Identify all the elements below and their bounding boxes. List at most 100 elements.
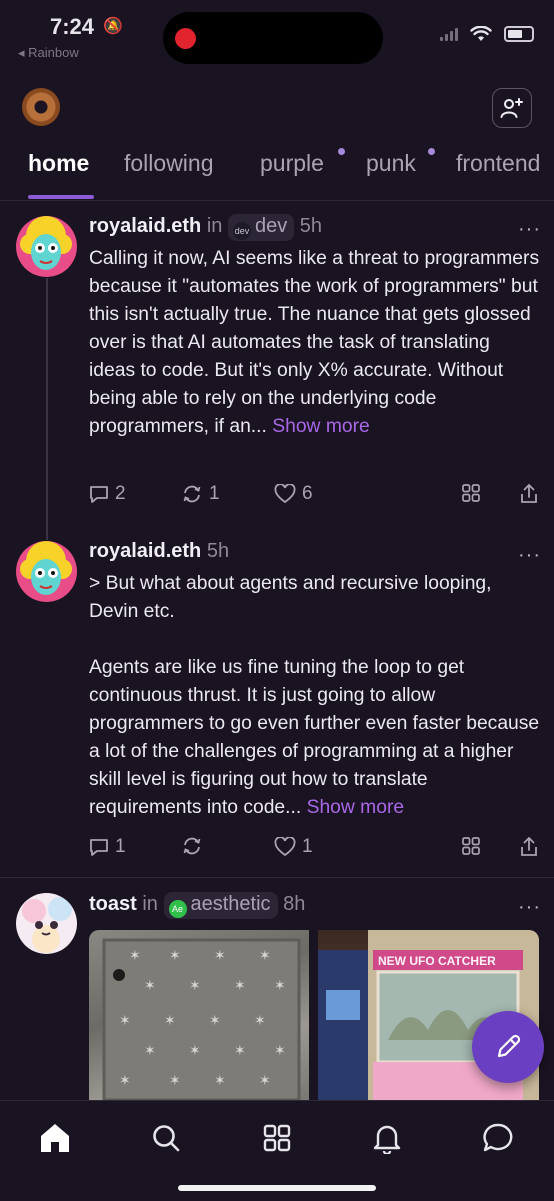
- nav-search[interactable]: [149, 1121, 183, 1155]
- like-button[interactable]: 6: [274, 483, 313, 505]
- post-divider: [0, 877, 554, 878]
- bell-icon: [373, 1125, 401, 1154]
- dynamic-island: [163, 12, 383, 64]
- channel-pill[interactable]: dev dev: [227, 214, 295, 241]
- add-user-button[interactable]: [492, 88, 532, 128]
- embedded-image[interactable]: ✶ ✶ ✶ ✶ ✶ ✶ ✶ ✶ ✶ ✶ ✶ ✶ ✶ ✶ ✶ ✶ ✶ ✶ ✶ ✶: [89, 930, 309, 1100]
- feed-tabs: home following purple punk frontend: [0, 148, 554, 201]
- author-name[interactable]: toast: [89, 893, 137, 915]
- metal-plate-image: ✶ ✶ ✶ ✶ ✶ ✶ ✶ ✶ ✶ ✶ ✶ ✶ ✶ ✶ ✶ ✶ ✶ ✶ ✶ ✶: [102, 938, 301, 1100]
- comment-icon: [90, 839, 108, 856]
- reply-count: 2: [115, 483, 126, 504]
- reply-button[interactable]: 2: [89, 483, 126, 505]
- channel-name: aesthetic: [190, 893, 271, 915]
- svg-text:✶: ✶: [274, 978, 286, 994]
- post-actions: 2 1 6: [89, 483, 541, 511]
- home-icon: [41, 1124, 69, 1152]
- unread-dot: [338, 148, 345, 155]
- chat-bubble-icon: [483, 1123, 513, 1152]
- tab-frontend[interactable]: frontend: [456, 150, 540, 177]
- recast-button[interactable]: 1: [181, 483, 220, 505]
- author-name[interactable]: royalaid.eth: [89, 540, 201, 562]
- channel-pill[interactable]: Ae aesthetic: [163, 892, 278, 919]
- thread-line: [46, 278, 48, 540]
- royalaid-avatar-icon: [16, 216, 77, 277]
- svg-text:✶: ✶: [234, 978, 246, 994]
- unread-dot: [428, 148, 435, 155]
- in-label: in: [206, 215, 223, 237]
- post-header: toast in Ae aesthetic 8h: [89, 892, 305, 919]
- post-time: 5h: [206, 540, 230, 562]
- donut-logo-icon[interactable]: [22, 88, 60, 126]
- nav-messages[interactable]: [481, 1121, 515, 1155]
- avatar[interactable]: [16, 216, 77, 277]
- svg-text:✶: ✶: [129, 948, 141, 964]
- reply-button[interactable]: 1: [89, 836, 126, 858]
- avatar[interactable]: [16, 893, 77, 954]
- home-indicator: [178, 1185, 376, 1191]
- post-text-content: > But what about agents and recursive lo…: [89, 573, 540, 818]
- more-options-button[interactable]: ···: [518, 544, 541, 567]
- in-label: in: [142, 893, 158, 915]
- tab-following[interactable]: following: [124, 150, 214, 177]
- grid-icon: [263, 1124, 291, 1152]
- share-button[interactable]: [519, 483, 539, 505]
- cellular-signal-icon: [440, 27, 458, 41]
- grid-icon: [462, 837, 480, 855]
- more-options-button[interactable]: ···: [518, 896, 541, 919]
- post-time: 8h: [283, 893, 306, 915]
- like-count: 6: [302, 483, 313, 504]
- image-gallery: ✶ ✶ ✶ ✶ ✶ ✶ ✶ ✶ ✶ ✶ ✶ ✶ ✶ ✶ ✶ ✶ ✶ ✶ ✶ ✶ NEW UFO CATCHER: [89, 930, 539, 1100]
- recast-icon: [183, 837, 201, 855]
- tab-purple[interactable]: purple: [260, 150, 324, 177]
- post-text: Calling it now, AI seems like a threat t…: [89, 245, 541, 441]
- recast-icon: [183, 485, 201, 503]
- svg-text:✶: ✶: [189, 978, 201, 994]
- svg-text:✶: ✶: [119, 1073, 131, 1089]
- toast-avatar-icon: [16, 893, 77, 954]
- recast-button[interactable]: [181, 836, 209, 856]
- svg-text:✶: ✶: [169, 948, 181, 964]
- svg-text:✶: ✶: [214, 948, 226, 964]
- tab-home[interactable]: home: [28, 150, 89, 177]
- post-text: > But what about agents and recursive lo…: [89, 570, 541, 822]
- share-button[interactable]: [519, 836, 539, 858]
- post-header: royalaid.eth 5h: [89, 540, 229, 563]
- nav-apps[interactable]: [260, 1121, 294, 1155]
- compose-button[interactable]: [472, 1011, 544, 1083]
- nav-notifications[interactable]: [370, 1121, 404, 1155]
- svg-text:✶: ✶: [234, 1043, 246, 1059]
- like-button[interactable]: 1: [274, 836, 313, 858]
- nav-home[interactable]: [38, 1121, 72, 1155]
- pencil-icon: [497, 1034, 521, 1058]
- status-time: 7:24: [50, 14, 95, 39]
- svg-text:✶: ✶: [144, 1043, 156, 1059]
- grid-button[interactable]: [461, 836, 481, 856]
- avatar[interactable]: [16, 541, 77, 602]
- grid-button[interactable]: [461, 483, 481, 503]
- comment-icon: [90, 486, 108, 503]
- mute-bell-icon: 🔕: [103, 18, 123, 35]
- svg-text:✶: ✶: [274, 1043, 286, 1059]
- share-icon: [521, 483, 537, 503]
- show-more-link[interactable]: Show more: [272, 416, 370, 437]
- heart-icon: [274, 484, 296, 504]
- svg-text:✶: ✶: [169, 1073, 181, 1089]
- more-options-button[interactable]: ···: [518, 218, 541, 241]
- status-bar: 7:24 🔕 ◂ Rainbow: [0, 0, 554, 70]
- top-bar: [0, 80, 554, 136]
- aesthetic-channel-icon: Ae: [168, 900, 187, 918]
- reply-count: 1: [115, 836, 126, 857]
- tab-punk[interactable]: punk: [366, 150, 416, 177]
- wifi-icon: [470, 26, 492, 41]
- back-to-app-link[interactable]: ◂ Rainbow: [18, 45, 79, 61]
- show-more-link[interactable]: Show more: [307, 797, 405, 818]
- svg-text:✶: ✶: [189, 1043, 201, 1059]
- like-count: 1: [302, 836, 313, 857]
- active-tab-indicator: [28, 195, 94, 199]
- author-name[interactable]: royalaid.eth: [89, 215, 201, 237]
- svg-text:✶: ✶: [254, 1013, 266, 1029]
- recording-indicator-icon: [175, 28, 196, 49]
- svg-text:✶: ✶: [259, 948, 271, 964]
- svg-text:✶: ✶: [209, 1013, 221, 1029]
